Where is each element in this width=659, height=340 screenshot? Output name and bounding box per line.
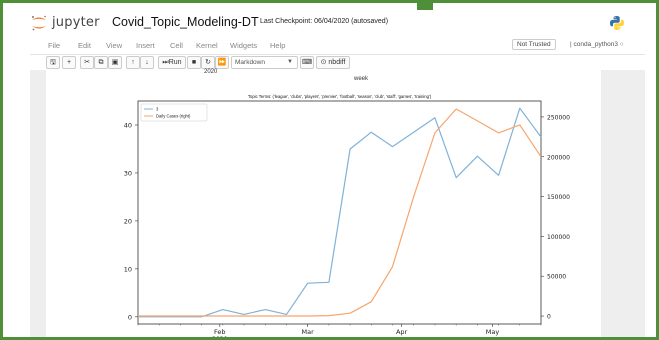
keyboard-icon[interactable]: ⌨ [300,56,315,69]
menu-cell[interactable]: Cell [170,41,183,50]
menu-edit[interactable]: Edit [78,41,91,50]
notebook-header: jupyter Covid_Topic_Modeling-DT Last Che… [30,12,645,34]
cut-icon[interactable]: ✂ [80,56,94,69]
menu-help[interactable]: Help [270,41,285,50]
menubar: File Edit View Insert Cell Kernel Widget… [30,38,645,55]
chart-title: Topic Terms: ('league', 'clubs', 'player… [248,94,432,99]
y-left-tick-label: 10 [124,265,132,273]
frame-notch [417,0,433,10]
y-right-tick-label: 100000 [547,234,570,241]
output-cell: 2020 week Topic Terms: ('league', 'clubs… [46,69,601,337]
cell-type-select[interactable]: Markdown ▼ [231,56,298,69]
x-tick-label: Apr [396,328,408,336]
menu-widgets[interactable]: Widgets [230,41,257,50]
save-icon[interactable]: 🖫 [46,56,60,69]
y-left-tick-label: 20 [124,217,132,225]
menu-file[interactable]: File [48,41,60,50]
legend-label: Daily Cases (right) [156,114,191,119]
move-up-icon[interactable]: ↑ [126,56,140,69]
menu-view[interactable]: View [106,41,122,50]
kernel-status-icon: ○ [619,41,624,48]
restart-icon[interactable]: ↻ [201,56,215,69]
notebook-title[interactable]: Covid_Topic_Modeling-DT [112,15,259,29]
notebook-area[interactable]: 2020 week Topic Terms: ('league', 'clubs… [30,69,645,337]
toolbar: 🖫 + ✂ ⧉ ▣ ↑ ↓ ⏭Run ■ ↻ ⏩ Markdown ▼ ⌨ ⊙ n… [30,56,645,70]
x-tick-label: May [486,328,500,336]
move-down-icon[interactable]: ↓ [140,56,154,69]
y-right-tick-label: 200000 [547,154,570,161]
menu-insert[interactable]: Insert [136,41,155,50]
y-right-tick-label: 150000 [547,194,570,201]
python-logo-icon [610,16,624,30]
y-left-tick-label: 40 [124,121,132,129]
x-tick-label: Feb [214,328,226,336]
restart-run-all-icon[interactable]: ⏩ [215,56,229,69]
add-cell-icon[interactable]: + [62,56,76,69]
menu-kernel[interactable]: Kernel [196,41,218,50]
y-right-tick-label: 50000 [547,274,566,281]
x-tick-sublabel: 2020 [212,336,227,337]
jupyter-logo-icon[interactable] [30,14,48,32]
x-tick-label: Mar [302,328,315,336]
not-trusted-button[interactable]: Not Trusted [512,39,556,50]
y-left-tick-label: 30 [124,169,132,177]
y-right-tick-label: 0 [547,314,551,321]
kernel-indicator: | conda_python3 ○ [570,41,624,48]
checkpoint-status: Last Checkpoint: 06/04/2020 (autosaved) [260,18,389,25]
copy-icon[interactable]: ⧉ [94,56,108,69]
kernel-name: conda_python3 [573,41,618,48]
series-line-0 [138,107,542,318]
run-label: Run [168,59,182,66]
nbdiff-label: nbdiff [328,59,346,66]
stop-icon[interactable]: ■ [187,56,201,69]
y-left-tick-label: 0 [128,313,132,321]
jupyter-brand-text[interactable]: jupyter [52,15,100,30]
chevron-down-icon: ▼ [287,59,293,65]
topic-cases-chart: Topic Terms: ('league', 'clubs', 'player… [124,94,570,337]
paste-icon[interactable]: ▣ [108,56,122,69]
cell-type-value: Markdown [235,59,265,66]
y-right-tick-label: 250000 [547,114,570,121]
nbdiff-icon: ⊙ [320,59,327,66]
run-button[interactable]: ⏭Run [158,56,186,69]
nbdiff-button[interactable]: ⊙ nbdiff [316,56,350,69]
